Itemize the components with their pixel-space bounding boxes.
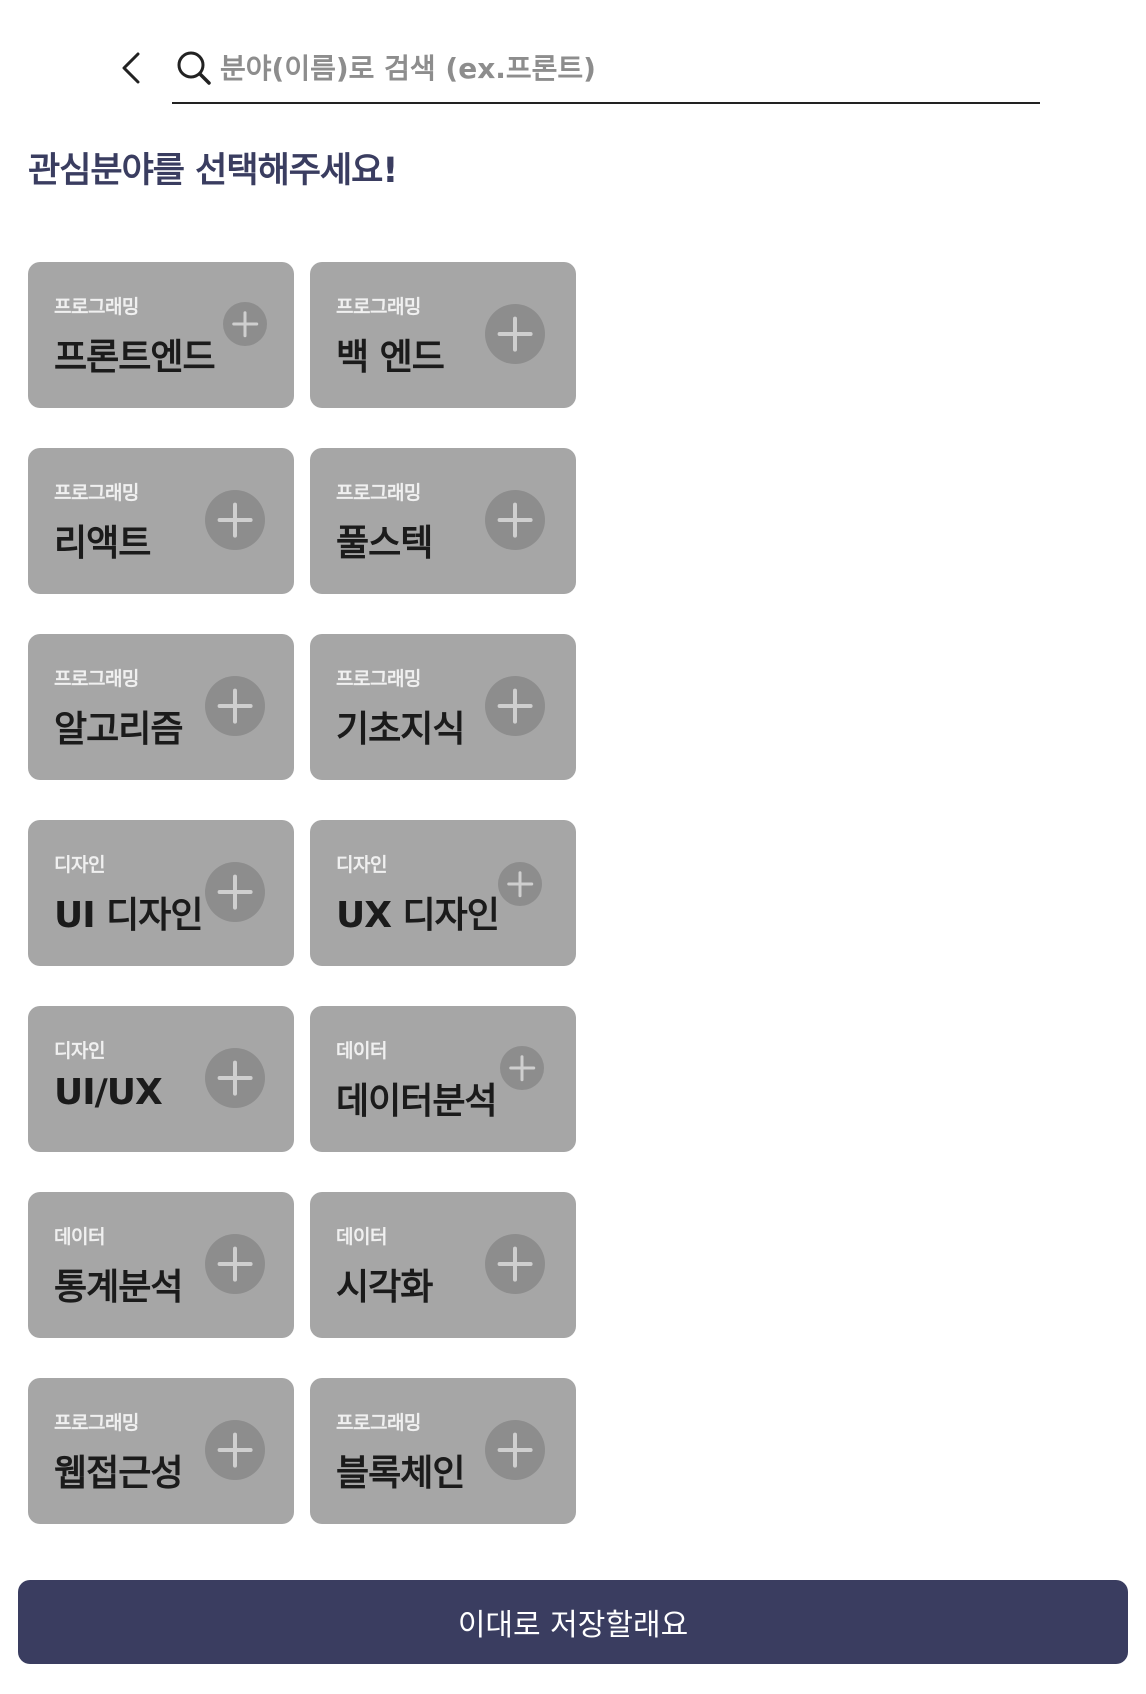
field-card-fullstack[interactable]: 프로그래밍 풀스텍 [310, 448, 576, 594]
card-title: 데이터분석 [336, 1081, 498, 1122]
card-category: 프로그래밍 [54, 1412, 139, 1434]
card-title: 알고리즘 [54, 709, 183, 750]
plus-icon[interactable] [500, 1046, 544, 1090]
field-card-fundamentals[interactable]: 프로그래밍 기초지식 [310, 634, 576, 780]
field-card-react[interactable]: 프로그래밍 리액트 [28, 448, 294, 594]
card-category: 데이터 [54, 1226, 105, 1248]
field-card-backend[interactable]: 프로그래밍 백 엔드 [310, 262, 576, 408]
plus-icon[interactable] [205, 1234, 265, 1294]
field-card-ui-ux[interactable]: 디자인 UI/UX [28, 1006, 294, 1152]
card-title: 블록체인 [336, 1453, 465, 1494]
plus-icon[interactable] [485, 1420, 545, 1480]
field-card-web-accessibility[interactable]: 프로그래밍 웹접근성 [28, 1378, 294, 1524]
field-card-visualization[interactable]: 데이터 시각화 [310, 1192, 576, 1338]
search-bar [120, 40, 1040, 104]
plus-icon[interactable] [485, 304, 545, 364]
card-title: 프론트엔드 [54, 337, 216, 378]
card-category: 데이터 [336, 1040, 387, 1062]
card-category: 디자인 [54, 854, 105, 876]
card-category: 프로그래밍 [54, 482, 139, 504]
save-button[interactable]: 이대로 저장할래요 [18, 1580, 1128, 1664]
card-title: 시각화 [336, 1267, 433, 1308]
plus-icon[interactable] [485, 676, 545, 736]
card-category: 프로그래밍 [336, 668, 421, 690]
field-card-statistics[interactable]: 데이터 통계분석 [28, 1192, 294, 1338]
plus-icon[interactable] [485, 490, 545, 550]
field-card-frontend[interactable]: 프로그래밍 프론트엔드 [28, 262, 294, 408]
field-card-ux-design[interactable]: 디자인 UX 디자인 [310, 820, 576, 966]
card-category: 데이터 [336, 1226, 387, 1248]
field-card-blockchain[interactable]: 프로그래밍 블록체인 [310, 1378, 576, 1524]
card-category: 프로그래밍 [336, 1412, 421, 1434]
card-title: 리액트 [54, 523, 151, 564]
card-title: UX 디자인 [336, 895, 500, 936]
back-button[interactable] [120, 48, 142, 88]
page-title: 관심분야를 선택해주세요! [28, 151, 398, 191]
card-title: 기초지식 [336, 709, 465, 750]
card-category: 디자인 [336, 854, 387, 876]
search-input[interactable] [220, 46, 1020, 90]
plus-icon[interactable] [485, 1234, 545, 1294]
chevron-left-icon [122, 52, 140, 84]
card-category: 디자인 [54, 1040, 105, 1062]
plus-icon[interactable] [223, 302, 267, 346]
card-category: 프로그래밍 [336, 296, 421, 318]
plus-icon[interactable] [205, 1048, 265, 1108]
plus-icon[interactable] [205, 490, 265, 550]
card-category: 프로그래밍 [54, 296, 139, 318]
search-field[interactable] [172, 40, 1040, 104]
card-title: 통계분석 [54, 1267, 183, 1308]
card-title: 웹접근성 [54, 1453, 183, 1494]
card-category: 프로그래밍 [54, 668, 139, 690]
card-title: UI 디자인 [54, 895, 204, 936]
field-card-algorithm[interactable]: 프로그래밍 알고리즘 [28, 634, 294, 780]
plus-icon[interactable] [205, 862, 265, 922]
plus-icon[interactable] [205, 676, 265, 736]
card-title: 풀스텍 [336, 523, 433, 564]
plus-icon[interactable] [498, 862, 542, 906]
field-card-data-analysis[interactable]: 데이터 데이터분석 [310, 1006, 576, 1152]
card-category: 프로그래밍 [336, 482, 421, 504]
field-card-ui-design[interactable]: 디자인 UI 디자인 [28, 820, 294, 966]
card-title: UI/UX [54, 1072, 163, 1113]
plus-icon[interactable] [205, 1420, 265, 1480]
search-icon [177, 51, 211, 85]
card-title: 백 엔드 [336, 337, 445, 378]
